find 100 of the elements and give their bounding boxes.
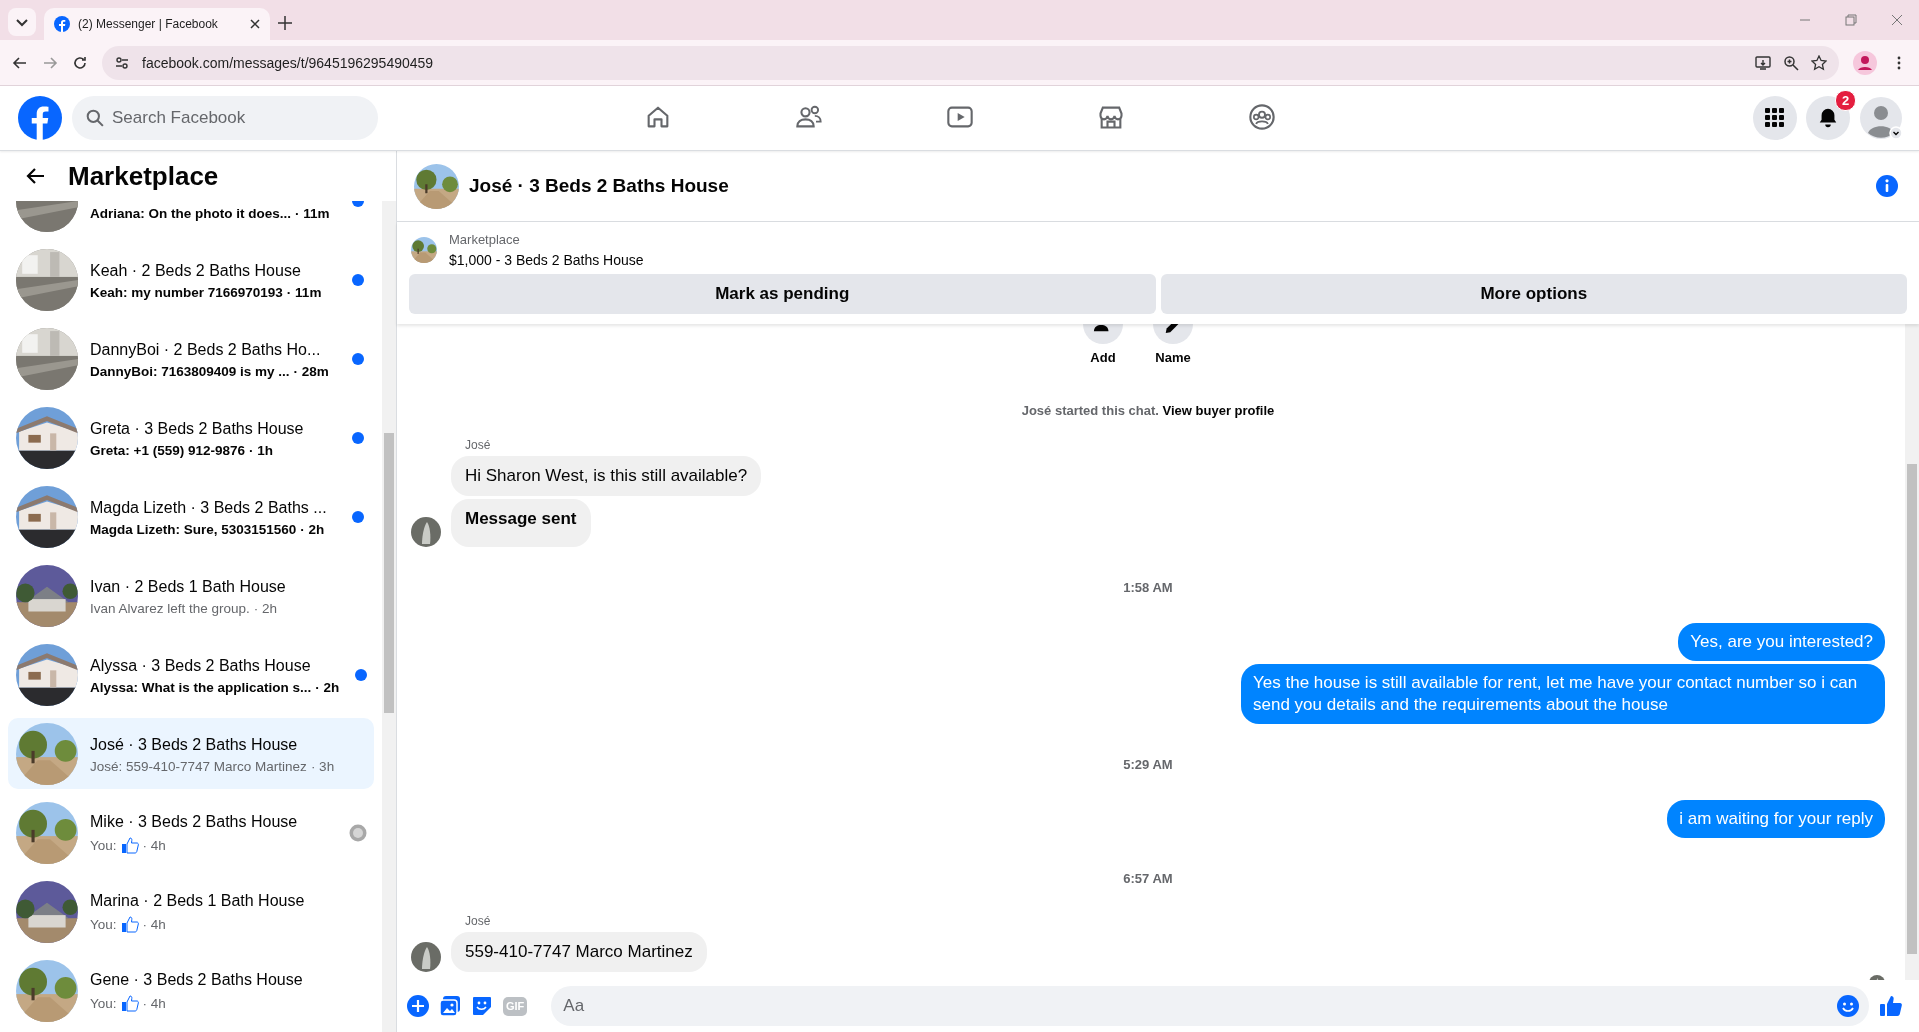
facebook-icon	[54, 16, 70, 32]
listing-label: Marketplace	[449, 232, 521, 247]
message-preview: Magda Lizeth: Sure, 5303151560	[90, 521, 297, 537]
notifications-button[interactable]	[1806, 96, 1850, 140]
account-avatar-icon[interactable]	[1859, 96, 1903, 140]
conversation-item[interactable]: Ivan · 2 Beds 1 Bath House Ivan Alvarez left the group. · 2h	[8, 560, 374, 631]
conversation-title: Marina · 2 Beds 1 Bath House	[90, 891, 306, 911]
sender-name: José	[465, 438, 492, 452]
message-preview: Ivan Alvarez left the group.	[90, 600, 250, 616]
conversation-item[interactable]: José · 3 Beds 2 Baths House José: 559-410-7747 Marco Martinez · 3h	[8, 718, 374, 789]
back-arrow-icon[interactable]	[26, 166, 46, 186]
conversation-item[interactable]: Greta · 3 Beds 2 Baths House Greta: +1 (559) 912-9876 · 1h	[8, 402, 374, 473]
chat-title: José · 3 Beds 2 Baths House	[469, 175, 730, 197]
address-bar[interactable]: facebook.com/messages/t/9645196295490459	[102, 45, 1839, 80]
conversation-item[interactable]: Keah · 2 Beds 2 Baths House Keah: my number 7166970193 · 11m	[8, 244, 374, 315]
conversation-item[interactable]: Mike · 3 Beds 2 Baths House You: · 4h	[8, 797, 374, 868]
install-icon[interactable]	[1755, 54, 1771, 71]
message-timestamp: 5:29 AM	[1122, 757, 1174, 772]
notification-badge: 2	[1835, 90, 1856, 111]
message-time: · 28m	[293, 363, 329, 379]
message-timestamp: 1:58 AM	[1122, 580, 1174, 595]
message-preview: Keah: my number 7166970193	[90, 284, 283, 300]
message-field[interactable]: Aa	[551, 986, 1869, 1026]
message-time: · 4h	[142, 995, 166, 1011]
sticker-icon[interactable]	[471, 995, 493, 1017]
search-icon	[86, 109, 104, 127]
conversation-title: Magda Lizeth · 3 Beds 2 Baths ...	[90, 497, 328, 518]
thumbs-up-icon[interactable]	[1879, 994, 1903, 1018]
message-preview: You:	[90, 916, 117, 932]
message-preview: Adriana: On the photo it does...	[90, 205, 291, 221]
conversation-title: Greta · 3 Beds 2 Baths House	[90, 418, 305, 439]
message-time: · 2h	[300, 521, 325, 537]
browser-tab[interactable]: (2) Messenger | Facebook	[44, 8, 270, 40]
zoom-icon[interactable]	[1783, 54, 1799, 71]
chat-start-notice: José started this chat. View buyer profile	[1020, 403, 1276, 418]
message-preview: Greta: +1 (559) 912-9876	[90, 442, 245, 458]
back-icon[interactable]	[12, 54, 28, 71]
new-tab-icon[interactable]	[278, 16, 292, 30]
message-time: · 4h	[142, 837, 166, 853]
groups-icon	[1248, 102, 1276, 131]
view-profile-link[interactable]: View buyer profile	[1162, 403, 1275, 418]
message-time: · 2h	[253, 600, 278, 616]
action-button[interactable]: Mark as pending	[409, 274, 1156, 314]
reload-icon[interactable]	[72, 54, 88, 71]
conversation-item[interactable]: Adriana: On the photo it does... · 11m	[8, 201, 374, 236]
message-time: · 1h	[249, 442, 273, 458]
conversation-item[interactable]: Gene · 3 Beds 2 Baths House You: · 4h	[8, 955, 374, 1026]
conversation-title: José · 3 Beds 2 Baths House	[90, 734, 299, 755]
conversation-title: Ivan · 2 Beds 1 Bath House	[90, 576, 287, 597]
thumbs-up-icon	[120, 994, 139, 1012]
message-preview: José: 559-410-7747 Marco Martinez	[90, 758, 307, 774]
message-preview: DannyBoi: 7163809409 is my ...	[90, 363, 290, 379]
message-bubble: Yes the house is still available for rent, let me have your contact number so i can send you details and the requirements about the house	[1241, 664, 1885, 724]
apps-menu-icon	[1765, 108, 1785, 128]
scrollbar[interactable]	[382, 201, 396, 1032]
message-time: · 11m	[286, 284, 322, 300]
action-button[interactable]: More options	[1160, 274, 1907, 314]
conversation-title: DannyBoi · 2 Beds 2 Baths Ho...	[90, 339, 322, 360]
message-bubble: 559-410-7747 Marco Martinez	[451, 932, 707, 972]
sender-name: José	[465, 914, 492, 928]
conversation-title: Alyssa · 3 Beds 2 Baths House	[90, 655, 312, 676]
emoji-icon[interactable]	[1837, 995, 1859, 1017]
conversation-title: Gene · 3 Beds 2 Baths House	[90, 970, 304, 990]
tab-list-icon[interactable]	[8, 8, 36, 36]
profile-icon[interactable]	[1853, 50, 1877, 75]
message-time: · 4h	[142, 916, 166, 932]
thumbs-up-icon	[120, 836, 139, 854]
site-settings-icon[interactable]	[114, 54, 130, 71]
quick-action-label: Add	[1090, 350, 1116, 365]
search-field[interactable]: Search Facebook	[72, 96, 378, 140]
forward-icon[interactable]	[42, 54, 58, 71]
message-bubble: Message sent	[451, 499, 591, 547]
message-time: · 11m	[295, 205, 330, 221]
conversation-item[interactable]: Magda Lizeth · 3 Beds 2 Baths ... Magda Lizeth: Sure, 5303151560 · 2h	[8, 481, 374, 552]
conversation-item[interactable]: Alyssa · 3 Beds 2 Baths House Alyssa: What is the application s... · 2h	[8, 639, 374, 710]
thumbs-up-icon	[120, 915, 139, 933]
message-bubble: Yes, are you interested?	[1678, 623, 1885, 661]
info-icon[interactable]	[1875, 174, 1899, 198]
message-timestamp: 6:57 AM	[1122, 871, 1174, 886]
star-icon[interactable]	[1811, 54, 1827, 71]
conversation-title: Mike · 3 Beds 2 Baths House	[90, 812, 299, 832]
listing-summary: $1,000 - 3 Beds 2 Baths House	[449, 252, 644, 268]
plus-icon[interactable]	[407, 995, 429, 1017]
message-bubble: Hi Sharon West, is this still available?	[451, 456, 762, 496]
menu-button[interactable]	[1753, 96, 1797, 140]
bell-icon	[1817, 107, 1839, 129]
message-preview: Alyssa: What is the application s...	[90, 679, 312, 695]
conversation-item[interactable]: Marina · 2 Beds 1 Bath House You: · 4h	[8, 876, 374, 947]
message-time: · 2h	[315, 679, 340, 695]
message-bubble: i am waiting for your reply	[1667, 800, 1885, 838]
message-time: · 3h	[310, 758, 335, 774]
quick-action-label: Name	[1155, 350, 1191, 365]
conversation-item[interactable]: DannyBoi · 2 Beds 2 Baths Ho... DannyBoi: 7163809409 is my ... · 28m	[8, 323, 374, 394]
photo-icon[interactable]	[439, 995, 461, 1017]
message-preview: You:	[90, 837, 117, 853]
message-preview: You:	[90, 995, 117, 1011]
facebook-logo[interactable]	[18, 96, 62, 140]
sidebar-title: Marketplace	[68, 160, 219, 192]
close-icon[interactable]	[250, 19, 260, 29]
scrollbar[interactable]	[1905, 324, 1919, 980]
